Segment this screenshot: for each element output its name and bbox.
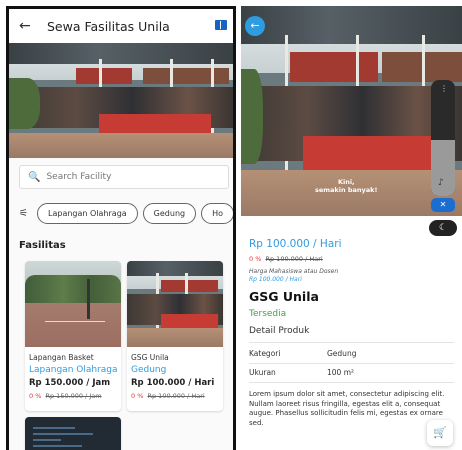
page-title: Sewa Fasilitas Unila [47,18,170,34]
original-price: Rp 150.000 / Jam [45,392,102,400]
facility-detail-screen: Kini, semakin banyak! ← ⋮ ♪ ✕ ☾ Rp 100.0… [241,6,462,450]
facility-photo: Kini, semakin banyak! [241,6,462,216]
facility-card[interactable]: Lapangan Basket Lapangan Olahraga Rp 150… [25,261,121,411]
detail-label-ukuran: Ukuran [249,368,276,377]
promo-row: 0 % Rp 100.000 / Hari [249,255,323,263]
divider [249,342,454,343]
more-vertical-icon[interactable]: ⋮ [440,84,448,93]
discount-badge: 0 % [29,392,42,400]
card-promo: 0 % Rp 100.000 / Hari [131,392,205,400]
card-name: GSG Unila [131,353,169,362]
card-image [127,261,223,347]
search-bar[interactable]: 🔍 [19,165,229,189]
cart-icon[interactable]: 🛒 [427,420,453,446]
category-filter-row: ⚟ Lapangan Olahraga Gedung Ho [19,201,233,225]
detail-label-kategori: Kategori [249,349,281,358]
mute-icon[interactable]: ✕ [431,198,455,212]
discount-badge: 0 % [131,392,144,400]
card-price: Rp 100.000 / Hari [131,378,215,388]
detail-value-kategori: Gedung [327,349,357,358]
facility-description: Lorem ipsum dolor sit amet, consectetur … [249,390,445,427]
facility-name: GSG Unila [249,289,319,304]
availability-status: Tersedia [249,309,287,319]
search-icon: 🔍 [28,171,41,183]
original-price: Rp 100.000 / Hari [147,392,205,400]
moon-icon[interactable]: ☾ [429,220,457,236]
back-arrow-icon[interactable]: ← [245,16,265,36]
facility-card[interactable] [25,417,121,450]
book-icon[interactable] [215,20,227,30]
section-title-fasilitas: Fasilitas [19,240,66,251]
card-price: Rp 150.000 / Jam [29,378,111,388]
app-header: ← Sewa Fasilitas Unila [9,9,233,43]
divider [249,363,454,364]
card-category: Gedung [131,365,167,375]
detail-value-ukuran: 100 m² [327,368,355,377]
chip-hotel[interactable]: Ho [201,202,233,224]
hero-image [9,43,233,158]
detail-title: Detail Produk [249,326,310,336]
card-category: Lapangan Olahraga [29,365,118,375]
chip-gedung[interactable]: Gedung [142,202,197,224]
back-arrow-icon[interactable]: ← [19,18,33,34]
facility-list-screen: ← Sewa Fasilitas Unila 🔍 ⚟ Lapangan Olah… [6,6,236,450]
chip-lapangan-olahraga[interactable]: Lapangan Olahraga [37,202,138,224]
card-image [25,261,121,347]
student-price: Rp 100.000 / Hari [249,276,302,283]
card-image [33,427,103,450]
search-input[interactable] [46,172,217,182]
divider [249,382,454,383]
photo-caption: Kini, semakin banyak! [315,178,378,194]
original-price: Rp 100.000 / Hari [265,255,323,263]
student-price-label: Harga Mahasiswa atau Dosen [249,268,339,275]
music-note-icon: ♪ [438,178,444,188]
card-name: Lapangan Basket [29,353,94,362]
discount-badge: 0 % [249,255,262,263]
price: Rp 100.000 / Hari [249,238,342,250]
volume-slider[interactable]: ⋮ ♪ [431,80,455,196]
facility-card[interactable]: GSG Unila Gedung Rp 100.000 / Hari 0 % R… [127,261,223,411]
filter-clear-icon[interactable]: ⚟ [19,208,37,219]
card-promo: 0 % Rp 150.000 / Jam [29,392,102,400]
